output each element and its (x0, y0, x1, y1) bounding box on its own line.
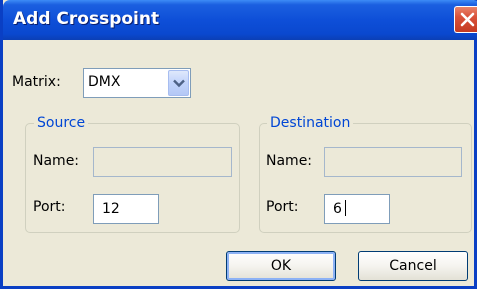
matrix-select[interactable]: DMX (83, 68, 191, 98)
title-bar[interactable]: Add Crosspoint (3, 0, 477, 40)
chevron-down-icon (173, 79, 185, 88)
matrix-select-value: DMX (88, 74, 121, 90)
add-crosspoint-dialog: Add Crosspoint Matrix: DMX Source Name: … (0, 0, 477, 289)
source-port-label: Port: (33, 199, 66, 215)
close-button[interactable] (454, 6, 477, 33)
matrix-label: Matrix: (12, 74, 61, 90)
window-title: Add Crosspoint (13, 9, 160, 29)
source-name-field[interactable] (93, 147, 232, 177)
text-cursor (345, 200, 346, 216)
destination-port-field[interactable]: 6 (324, 194, 390, 224)
ok-button[interactable]: OK (226, 251, 336, 281)
cancel-button[interactable]: Cancel (358, 251, 468, 281)
destination-port-label: Port: (266, 199, 299, 215)
destination-legend: Destination (267, 115, 354, 131)
destination-name-field[interactable] (324, 147, 462, 177)
matrix-dropdown-button[interactable] (168, 70, 189, 96)
destination-name-label: Name: (266, 153, 313, 169)
source-port-field[interactable]: 12 (93, 194, 159, 224)
source-legend: Source (34, 115, 89, 131)
source-name-label: Name: (33, 153, 80, 169)
close-icon (460, 12, 475, 27)
